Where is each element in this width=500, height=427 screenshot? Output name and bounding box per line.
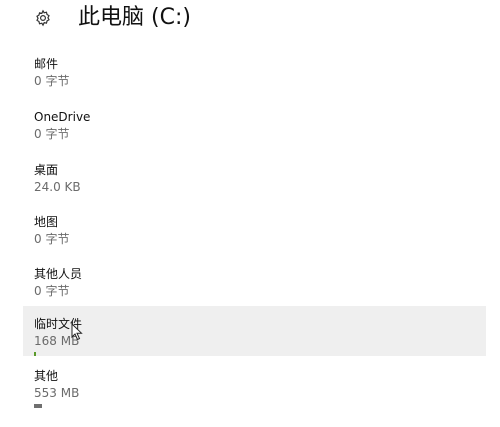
storage-item-label: 其他 (34, 369, 59, 383)
storage-item-other[interactable]: 其他 553 MB (23, 358, 486, 408)
storage-item-maps[interactable]: 地图 0 字节 (23, 204, 486, 254)
storage-item-size: 0 字节 (34, 74, 70, 88)
mouse-cursor-icon (71, 323, 83, 341)
storage-item-desktop[interactable]: 桌面 24.0 KB (23, 152, 486, 202)
storage-item-size: 0 字节 (34, 232, 70, 246)
storage-item-onedrive[interactable]: OneDrive 0 字节 (23, 99, 486, 149)
storage-item-label: 地图 (34, 215, 59, 229)
storage-item-size: 0 字节 (34, 127, 70, 141)
usage-bar (34, 352, 154, 356)
page-title: 此电脑 (C:) (78, 5, 191, 30)
storage-item-other-people[interactable]: 其他人员 0 字节 (23, 256, 486, 306)
storage-item-label: 桌面 (34, 163, 59, 177)
storage-item-label: 其他人员 (34, 267, 83, 281)
storage-item-label: 邮件 (34, 57, 59, 71)
usage-bar (34, 404, 154, 408)
storage-item-label: OneDrive (34, 110, 91, 124)
page-header: 此电脑 (C:) (0, 0, 500, 38)
usage-bar-fill (34, 352, 36, 356)
storage-item-mail[interactable]: 邮件 0 字节 (23, 46, 486, 96)
storage-item-size: 553 MB (34, 386, 80, 400)
storage-item-size: 24.0 KB (34, 180, 81, 194)
usage-bar-fill (34, 404, 42, 408)
gear-icon[interactable] (34, 9, 52, 27)
storage-item-size: 0 字节 (34, 284, 70, 298)
storage-item-temporary-files[interactable]: 临时文件 168 MB (23, 306, 486, 356)
